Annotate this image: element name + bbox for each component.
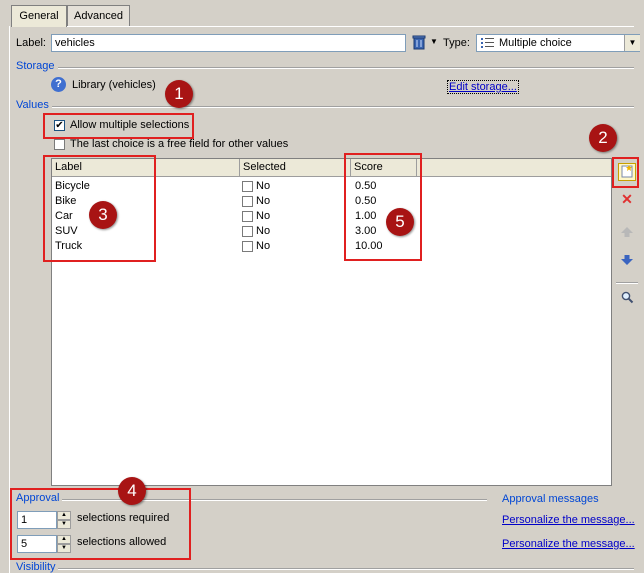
values-divider [52,106,634,108]
help-icon[interactable]: ? [51,77,66,92]
values-section-title: Values [16,99,49,111]
add-row-icon[interactable] [618,163,636,181]
row-selected-checkbox[interactable] [242,211,253,222]
chevron-down-icon[interactable]: ▼ [430,37,438,46]
edit-storage-link[interactable]: Edit storage... [447,80,519,94]
row-selected-text: No [256,195,271,207]
tab-panel-border [12,26,634,27]
list-icon [481,37,495,52]
row-score[interactable]: 10.00 [355,239,383,254]
row-score[interactable]: 0.50 [355,194,376,209]
required-increment-arrow[interactable]: ▲ [57,511,71,520]
trash-dropdown-icon[interactable] [410,34,428,52]
selections-allowed-label: selections allowed [77,536,167,548]
type-select-value: Multiple choice [499,37,572,49]
row-selected-text: No [256,210,271,222]
row-selected-checkbox[interactable] [242,241,253,252]
label-input[interactable]: vehicles [51,34,406,52]
row-selected-checkbox[interactable] [242,181,253,192]
callout-marker-4: 4 [118,477,146,505]
tab-advanced[interactable]: Advanced [67,5,130,26]
storage-section-title: Storage [16,60,55,72]
row-score[interactable]: 1.00 [355,209,376,224]
row-selected-text: No [256,240,271,252]
allowed-increment-arrow[interactable]: ▲ [57,535,71,544]
values-table: Label Selected Score Bicycle No 0.50 Bik… [51,158,612,486]
row-selected-text: No [256,225,271,237]
free-field-label: The last choice is a free field for othe… [70,138,289,150]
row-label[interactable]: Bicycle [55,179,90,194]
move-up-icon[interactable] [618,225,636,243]
storage-library-text: Library (vehicles) [72,79,156,91]
allow-multiple-label: Allow multiple selections [70,119,190,131]
required-decrement-arrow[interactable]: ▼ [57,520,71,529]
approval-section-title: Approval [16,492,60,504]
storage-divider [58,67,634,69]
selections-required-input[interactable]: 1 [17,511,57,529]
callout-marker-1: 1 [165,80,193,108]
tab-general[interactable]: General [11,5,67,27]
row-selected-text: No [256,180,271,192]
type-select[interactable]: Multiple choice [476,34,640,52]
column-header-selected[interactable]: Selected [240,159,351,177]
approval-messages-title: Approval messages [502,493,599,505]
callout-marker-5: 5 [386,208,414,236]
row-label[interactable]: Bike [55,194,76,209]
type-dropdown-button[interactable]: ▼ [624,35,640,51]
free-field-checkbox[interactable] [54,139,65,150]
magnifier-icon[interactable] [618,290,636,308]
visibility-divider [58,568,634,570]
toolbar-separator [616,282,638,284]
personalize-message-link-1[interactable]: Personalize the message... [502,514,635,526]
move-down-icon[interactable] [618,253,636,271]
selections-required-label: selections required [77,512,170,524]
callout-marker-2: 2 [589,124,617,152]
column-header-label[interactable]: Label [52,159,240,177]
callout-marker-3: 3 [89,201,117,229]
row-selected-checkbox[interactable] [242,226,253,237]
row-label[interactable]: Car [55,209,73,224]
row-score[interactable]: 3.00 [355,224,376,239]
row-score[interactable]: 0.50 [355,179,376,194]
allowed-decrement-arrow[interactable]: ▼ [57,544,71,553]
visibility-section-title: Visibility [16,561,56,573]
row-label[interactable]: Truck [55,239,82,254]
label-caption: Label: [16,37,46,49]
selections-allowed-input[interactable]: 5 [17,535,57,553]
allow-multiple-checkbox[interactable]: ✔ [54,120,65,131]
personalize-message-link-2[interactable]: Personalize the message... [502,538,635,550]
panel-left-edge [9,26,10,573]
delete-row-icon[interactable]: ✕ [618,190,636,208]
column-header-filler [417,159,611,177]
type-caption: Type: [443,37,470,49]
row-selected-checkbox[interactable] [242,196,253,207]
row-label[interactable]: SUV [55,224,78,239]
column-header-score[interactable]: Score [351,159,417,177]
